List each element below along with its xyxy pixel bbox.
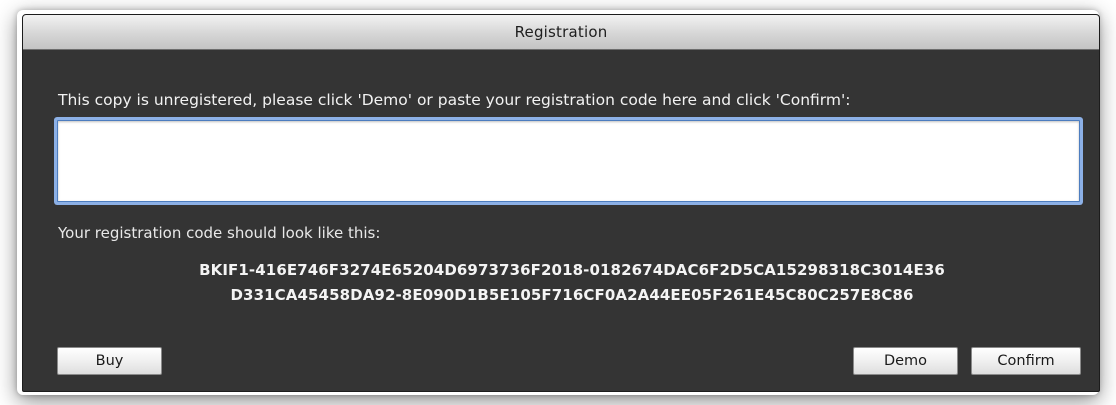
example-code-line-2: D331CA45458DA92-8E090D1B5E105F716CF0A2A4… [230, 286, 914, 304]
example-code-label: Your registration code should look like … [58, 224, 381, 242]
registration-code-input[interactable] [57, 120, 1080, 202]
confirm-button[interactable]: Confirm [971, 347, 1081, 375]
instruction-text: This copy is unregistered, please click … [58, 91, 851, 109]
example-code-line-1: BKIF1-416E746F3274E65204D6973736F2018-01… [199, 261, 945, 279]
buy-button[interactable]: Buy [57, 347, 162, 375]
demo-button[interactable]: Demo [853, 347, 958, 375]
title-bar[interactable]: Registration [23, 15, 1099, 50]
registration-window: Registration This copy is unregistered, … [22, 14, 1100, 392]
window-title: Registration [514, 23, 608, 41]
